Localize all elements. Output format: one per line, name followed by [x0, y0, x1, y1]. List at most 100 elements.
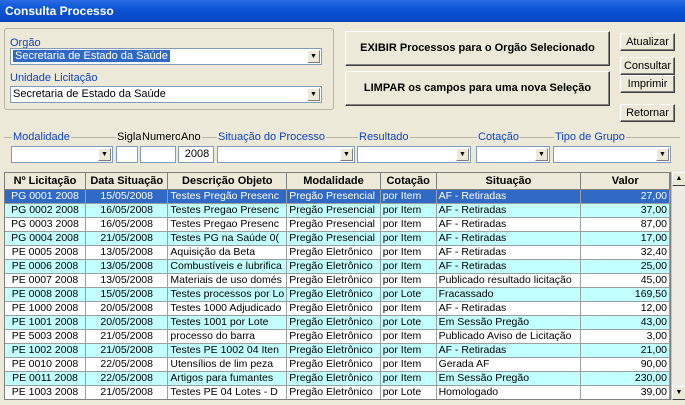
chevron-down-icon[interactable]: ▼: [307, 88, 320, 101]
cell-situacao: AF - Retiradas: [436, 245, 582, 260]
chevron-down-icon[interactable]: ▼: [535, 148, 548, 161]
table-row[interactable]: PE 1001 2008 20/05/2008 Testes 1001 por Lo…: [5, 315, 670, 330]
cell-licitacao: PE 1002 2008: [5, 343, 86, 358]
table-row[interactable]: PE 0007 2008 13/05/2008 Materiais de uso d…: [5, 273, 670, 288]
col-header-descricao[interactable]: Descrição Objeto: [167, 173, 288, 190]
cell-descricao: Testes Pregao Presenc: [167, 203, 288, 218]
col-header-cotacao[interactable]: Cotação: [380, 173, 437, 190]
table-row[interactable]: PG 0001 2008 15/05/2008 Testes Pregão Pres…: [5, 189, 670, 204]
cell-data-situacao: 21/05/2008: [85, 385, 169, 399]
cell-modalidade: Pregão Eletrônico: [286, 315, 381, 330]
cell-data-situacao: 15/05/2008: [85, 189, 169, 204]
exibir-processos-button[interactable]: EXIBIR Processos para o Orgão Selecionad…: [345, 31, 610, 66]
imprimir-button[interactable]: Imprimir: [620, 75, 675, 93]
cotacao-select[interactable]: ▼: [476, 146, 550, 163]
table-row[interactable]: PG 0003 2008 16/05/2008 Testes Pregao Pres…: [5, 217, 670, 232]
orgao-select[interactable]: Secretaria de Estado da Saúde ▼: [10, 48, 322, 65]
chevron-down-icon[interactable]: ▼: [340, 148, 353, 161]
cell-valor: 87,00: [580, 217, 670, 232]
cell-situacao: AF - Retiradas: [436, 231, 582, 246]
table-row[interactable]: PE 0005 2008 13/05/2008 Aquisição da Beta P…: [5, 245, 670, 260]
cell-modalidade: Pregão Presencial: [286, 231, 381, 246]
situacao-processo-label: Situação do Processo: [217, 131, 327, 143]
cell-valor: 25,00: [580, 259, 670, 274]
cell-modalidade: Pregão Presencial: [286, 189, 381, 204]
table-row[interactable]: PG 0002 2008 16/05/2008 Testes Pregao Pres…: [5, 203, 670, 218]
limpar-campos-button[interactable]: LIMPAR os campos para uma nova Seleção: [345, 71, 610, 106]
cell-cotacao: por Lote: [380, 385, 437, 399]
cell-cotacao: por Item: [380, 203, 437, 218]
col-header-valor[interactable]: Valor: [580, 173, 670, 190]
consultar-button[interactable]: Consultar: [620, 57, 675, 75]
sigla-label: Sigla: [116, 131, 143, 143]
cell-cotacao: por Lote: [380, 315, 437, 330]
cell-licitacao: PE 1001 2008: [5, 315, 86, 330]
cell-modalidade: Pregão Eletrônico: [286, 385, 381, 399]
numero-label: Numero: [141, 131, 183, 143]
cell-licitacao: PE 1000 2008: [5, 301, 86, 316]
processos-grid[interactable]: Nº Licitação Data Situação Descrição Obj…: [4, 172, 671, 400]
numero-input[interactable]: [140, 146, 176, 163]
cell-data-situacao: 21/05/2008: [85, 329, 169, 344]
window-title: Consulta Processo: [0, 0, 685, 22]
cell-licitacao: PG 0002 2008: [5, 203, 86, 218]
cell-modalidade: Pregão Eletrônico: [286, 259, 381, 274]
table-row[interactable]: PE 0011 2008 22/05/2008 Artigos para fuman…: [5, 371, 670, 386]
cell-data-situacao: 22/05/2008: [85, 371, 169, 386]
retornar-button[interactable]: Retornar: [620, 104, 675, 122]
table-row[interactable]: PE 1002 2008 21/05/2008 Testes PE 1002 04 …: [5, 343, 670, 358]
cell-licitacao: PG 0003 2008: [5, 217, 86, 232]
scroll-down-icon[interactable]: ▼: [672, 386, 685, 400]
table-row[interactable]: PG 0004 2008 21/05/2008 Testes PG na Saúde…: [5, 231, 670, 246]
col-header-data-situacao[interactable]: Data Situação: [85, 173, 169, 190]
cell-licitacao: PE 0010 2008: [5, 357, 86, 372]
table-row[interactable]: PE 0008 2008 15/05/2008 Testes processos p…: [5, 287, 670, 302]
cell-licitacao: PE 1003 2008: [5, 385, 86, 399]
cell-descricao: Testes PG na Saúde 0(: [167, 231, 288, 246]
grid-header-row: Nº Licitação Data Situação Descrição Obj…: [5, 173, 670, 190]
cell-modalidade: Pregão Presencial: [286, 203, 381, 218]
cell-descricao: Combustíveis e lubrifica: [167, 259, 288, 274]
ano-input[interactable]: 2008: [178, 146, 214, 163]
sigla-input[interactable]: [116, 146, 138, 163]
cell-cotacao: por Item: [380, 245, 437, 260]
resultado-select[interactable]: ▼: [357, 146, 471, 163]
table-row[interactable]: PE 1000 2008 20/05/2008 Testes 1000 Adjudi…: [5, 301, 670, 316]
cell-cotacao: por Item: [380, 371, 437, 386]
cell-modalidade: Pregão Presencial: [286, 217, 381, 232]
situacao-processo-select[interactable]: ▼: [217, 146, 355, 163]
atualizar-button[interactable]: Atualizar: [620, 33, 675, 51]
cell-valor: 39,00: [580, 385, 670, 399]
chevron-down-icon[interactable]: ▼: [98, 148, 111, 161]
chevron-down-icon[interactable]: ▼: [656, 148, 669, 161]
table-row[interactable]: PE 0006 2008 13/05/2008 Combustíveis e lub…: [5, 259, 670, 274]
tipo-grupo-select[interactable]: ▼: [553, 146, 671, 163]
cell-data-situacao: 16/05/2008: [85, 217, 169, 232]
cell-cotacao: por Item: [380, 217, 437, 232]
table-row[interactable]: PE 5003 2008 21/05/2008 processo do barra P…: [5, 329, 670, 344]
cell-licitacao: PE 0006 2008: [5, 259, 86, 274]
scroll-up-icon[interactable]: ▲: [672, 172, 685, 186]
cell-modalidade: Pregão Eletrônico: [286, 287, 381, 302]
chevron-down-icon[interactable]: ▼: [307, 50, 320, 63]
cell-modalidade: Pregão Eletrônico: [286, 371, 381, 386]
cell-situacao: AF - Retiradas: [436, 217, 582, 232]
cell-cotacao: por Item: [380, 273, 437, 288]
cell-situacao: Gerada AF: [436, 357, 582, 372]
cell-valor: 3,00: [580, 329, 670, 344]
cell-cotacao: por Item: [380, 343, 437, 358]
col-header-situacao[interactable]: Situação: [436, 173, 582, 190]
cell-situacao: AF - Retiradas: [436, 189, 582, 204]
cell-cotacao: por Item: [380, 329, 437, 344]
modalidade-select[interactable]: ▼: [11, 146, 113, 163]
col-header-modalidade[interactable]: Modalidade: [286, 173, 381, 190]
col-header-licitacao[interactable]: Nº Licitação: [5, 173, 86, 190]
table-row[interactable]: PE 0010 2008 22/05/2008 Utensílios de lim …: [5, 357, 670, 372]
table-row[interactable]: PE 1003 2008 21/05/2008 Testes PE 04 Lotes…: [5, 385, 670, 399]
grid-vertical-scrollbar[interactable]: ▲ ▼: [671, 172, 685, 400]
chevron-down-icon[interactable]: ▼: [456, 148, 469, 161]
unidade-select[interactable]: Secretaria de Estado da Saúde ▼: [10, 86, 322, 103]
cell-data-situacao: 21/05/2008: [85, 231, 169, 246]
cell-cotacao: por Item: [380, 301, 437, 316]
cell-licitacao: PE 0008 2008: [5, 287, 86, 302]
